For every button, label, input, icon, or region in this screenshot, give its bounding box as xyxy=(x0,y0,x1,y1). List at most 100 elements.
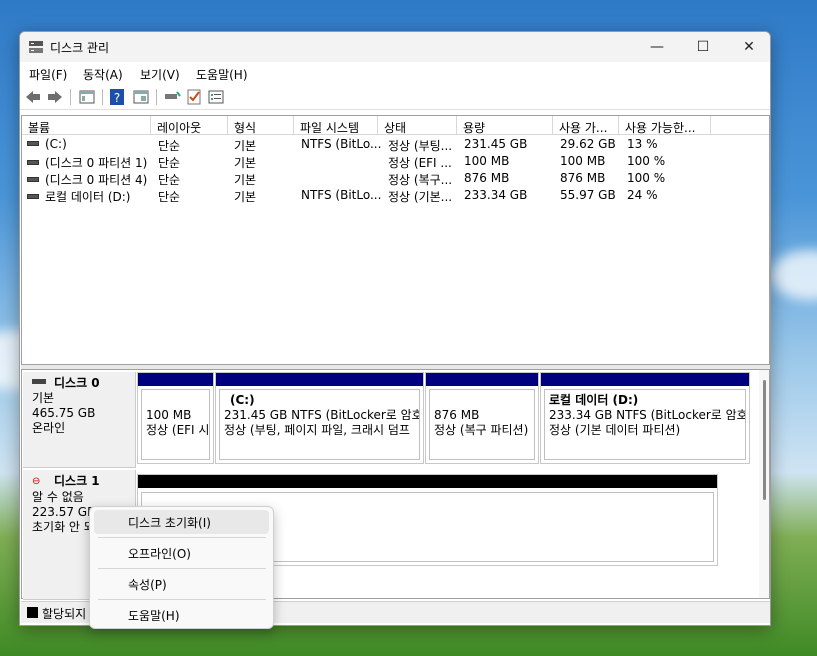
unallocated-legend-swatch xyxy=(27,607,38,618)
partition-title: (C:) xyxy=(230,393,255,407)
volume-row[interactable]: (디스크 0 파티션 1) 단순 기본 정상 (EFI ... 100 MB 1… xyxy=(22,153,769,170)
volume-row[interactable]: (디스크 0 파티션 4) 단순 기본 정상 (복구... 876 MB 876… xyxy=(22,170,769,187)
volume-name: 로컬 데이터 (D:) xyxy=(45,190,131,204)
partition-bar xyxy=(138,373,213,386)
help-menu-item[interactable]: 도움말(H) xyxy=(94,603,269,627)
volume-layout: 단순 xyxy=(158,156,181,170)
partition-c[interactable]: (C:) 231.45 GB NTFS (BitLocker로 암호호 정상 (… xyxy=(215,372,424,464)
vertical-scrollbar[interactable] xyxy=(759,370,769,598)
toolbar-separator xyxy=(156,89,157,105)
scrollbar-thumb[interactable] xyxy=(763,380,766,500)
column-percent-free[interactable]: 사용 가능한... xyxy=(619,116,711,135)
toolbar-separator xyxy=(102,89,103,105)
menu-view[interactable]: 보기(V) xyxy=(140,66,180,83)
volume-percent: 100 % xyxy=(627,154,666,168)
partition-title xyxy=(146,393,205,408)
initialize-disk-menu-item[interactable]: 디스크 초기화(I) xyxy=(94,510,269,534)
volume-layout: 단순 xyxy=(158,173,181,187)
volume-type: 기본 xyxy=(234,156,257,170)
disk-context-menu: 디스크 초기화(I) 오프라인(O) 속성(P) 도움말(H) xyxy=(89,506,274,629)
disk1-type: 알 수 없음 xyxy=(32,490,84,504)
column-free-space[interactable]: 사용 가... xyxy=(553,116,619,135)
volume-icon xyxy=(27,160,39,165)
menu-help[interactable]: 도움말(H) xyxy=(196,66,248,83)
connect-drive-icon[interactable] xyxy=(163,88,181,106)
title-bar: 디스크 관리 — ☐ ✕ xyxy=(20,32,770,62)
disk1-name: 디스크 1 xyxy=(54,474,100,488)
svg-text:?: ? xyxy=(114,91,120,105)
volume-type: 기본 xyxy=(234,139,257,153)
show-hide-console-tree-icon[interactable] xyxy=(78,88,96,106)
partition-size: 233.34 GB NTFS (BitLocker로 암호호 xyxy=(549,408,746,422)
volume-percent: 13 % xyxy=(627,137,658,151)
disk0-type: 기본 xyxy=(32,391,55,405)
volume-capacity: 231.45 GB xyxy=(464,137,528,151)
menu-file[interactable]: 파일(F) xyxy=(29,66,67,83)
volume-name: (디스크 0 파티션 1) xyxy=(45,156,148,170)
disk-error-icon: ⊖ xyxy=(32,476,41,487)
forward-arrow-icon[interactable] xyxy=(46,88,64,106)
help-icon[interactable]: ? xyxy=(108,88,126,106)
partition-size: 876 MB xyxy=(434,408,480,422)
column-file-system[interactable]: 파일 시스템 xyxy=(294,116,378,135)
volume-icon xyxy=(27,141,39,146)
volume-capacity: 876 MB xyxy=(464,171,510,185)
disk0-size: 465.75 GB xyxy=(32,406,96,420)
unknown-partition-bar xyxy=(138,475,717,488)
disk-management-icon xyxy=(29,41,43,53)
column-type[interactable]: 형식 xyxy=(228,116,294,135)
partition-status: 정상 (복구 파티션) xyxy=(434,423,529,437)
column-layout[interactable]: 레이아웃 xyxy=(151,116,228,135)
toolbar: ? xyxy=(20,84,770,110)
volume-status: 정상 (복구... xyxy=(388,173,453,187)
partition-bar xyxy=(216,373,423,386)
volume-status: 정상 (부팅... xyxy=(388,139,453,153)
volume-name: (C:) xyxy=(45,137,67,151)
partition-d[interactable]: 로컬 데이터 (D:) 233.34 GB NTFS (BitLocker로 암… xyxy=(540,372,750,464)
volume-free: 876 MB xyxy=(560,171,606,185)
column-capacity[interactable]: 용량 xyxy=(457,116,553,135)
menu-separator xyxy=(98,599,266,600)
volume-free: 29.62 GB xyxy=(560,137,616,151)
partition-bar xyxy=(426,373,538,386)
volume-layout: 단순 xyxy=(158,139,181,153)
volume-list: 볼륨 레이아웃 형식 파일 시스템 상태 용량 사용 가... 사용 가능한..… xyxy=(21,115,770,365)
partition-status: 정상 (부팅, 페이지 파일, 크래시 덤프 xyxy=(224,423,410,437)
maximize-button[interactable]: ☐ xyxy=(680,32,726,62)
close-button[interactable]: ✕ xyxy=(726,32,770,62)
partition-recovery[interactable]: 876 MB 정상 (복구 파티션) xyxy=(425,372,539,464)
partition-efi[interactable]: 100 MB 정상 (EFI 시 xyxy=(137,372,214,464)
toolbar-separator xyxy=(70,89,71,105)
background-cloud xyxy=(770,250,817,300)
volume-row[interactable]: (C:) 단순 기본 NTFS (BitLo... 정상 (부팅... 231.… xyxy=(22,136,769,153)
properties-view-icon[interactable] xyxy=(132,88,150,106)
menu-separator xyxy=(98,537,266,538)
column-volume[interactable]: 볼륨 xyxy=(22,116,151,135)
minimize-button[interactable]: — xyxy=(634,32,680,62)
menu-separator xyxy=(98,568,266,569)
volume-fs: NTFS (BitLo... xyxy=(301,137,382,151)
list-view-icon[interactable] xyxy=(207,88,225,106)
disk0-label[interactable]: 디스크 0 기본 465.75 GB 온라인 xyxy=(23,372,136,468)
offline-menu-item[interactable]: 오프라인(O) xyxy=(94,541,269,565)
volume-fs: NTFS (BitLo... xyxy=(301,188,382,202)
partition-title xyxy=(434,393,530,408)
window-title: 디스크 관리 xyxy=(50,41,110,55)
menu-bar: 파일(F) 동작(A) 보기(V) 도움말(H) xyxy=(20,62,770,84)
back-arrow-icon[interactable] xyxy=(24,88,42,106)
menu-action[interactable]: 동작(A) xyxy=(83,66,123,83)
unallocated-legend-label: 할당되지 xyxy=(42,607,87,621)
properties-menu-item[interactable]: 속성(P) xyxy=(94,572,269,596)
column-status[interactable]: 상태 xyxy=(378,116,457,135)
disk-icon xyxy=(32,379,46,384)
partition-title: 로컬 데이터 (D:) xyxy=(549,393,639,407)
volume-icon xyxy=(27,177,39,182)
volume-row[interactable]: 로컬 데이터 (D:) 단순 기본 NTFS (BitLo... 정상 (기본.… xyxy=(22,187,769,204)
disk0-state: 온라인 xyxy=(32,421,66,435)
partition-size: 231.45 GB NTFS (BitLocker로 암호호 xyxy=(224,408,420,422)
volume-capacity: 233.34 GB xyxy=(464,188,528,202)
partition-size: 100 MB xyxy=(146,408,192,422)
volume-capacity: 100 MB xyxy=(464,154,510,168)
volume-free: 100 MB xyxy=(560,154,606,168)
checklist-icon[interactable] xyxy=(185,88,203,106)
